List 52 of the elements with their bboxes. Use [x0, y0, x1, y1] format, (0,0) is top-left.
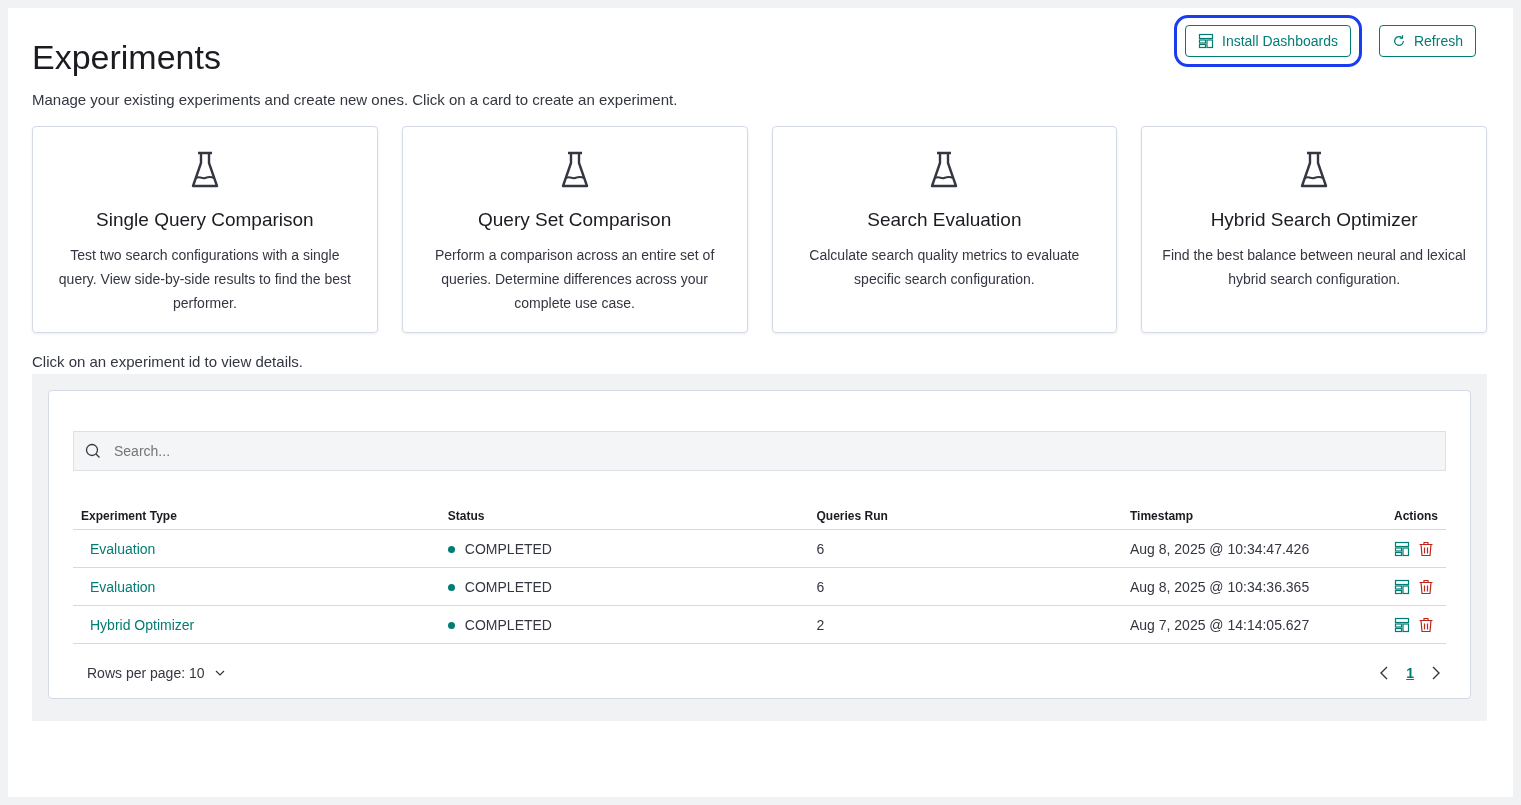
queries-cell: 6: [816, 541, 825, 557]
card-description: Test two search configurations with a single query. View side-by-side results to find the best performer.: [57, 246, 352, 313]
card-title: Query Set Comparison: [478, 209, 672, 231]
install-dashboards-button[interactable]: Install Dashboards: [1185, 25, 1351, 57]
trash-icon[interactable]: [1418, 541, 1434, 557]
card-description: Calculate search quality metrics to evaluate specific search configuration.: [808, 246, 1081, 289]
experiment-link[interactable]: Evaluation: [90, 541, 156, 557]
card-title: Single Query Comparison: [96, 209, 314, 231]
search-field[interactable]: Search...: [73, 431, 1446, 471]
refresh-button[interactable]: Refresh: [1378, 25, 1476, 57]
flask-icon: [189, 151, 220, 189]
timestamp-cell: Aug 7, 2025 @ 14:14:05.627: [1129, 617, 1310, 633]
column-header: Experiment Type: [73, 503, 440, 530]
dashboard-icon: [1198, 33, 1214, 49]
queries-cell: 2: [816, 617, 825, 633]
dashboard-icon[interactable]: [1394, 617, 1410, 633]
experiment-card[interactable]: Hybrid Search Optimizer Find the best balance between neural and lexical hybrid search configuration.: [1141, 126, 1487, 333]
experiment-card[interactable]: Query Set Comparison Perform a comparison across an entire set of queries. Determine differences across your complete use case.: [401, 126, 748, 333]
status-text: COMPLETED: [464, 579, 552, 595]
chevron-down-icon: [214, 670, 225, 676]
page-title: Experiments: [32, 38, 221, 77]
rows-per-page-button[interactable]: Rows per page: 10: [81, 664, 231, 682]
dashboard-icon[interactable]: [1394, 579, 1410, 595]
flask-icon: [929, 151, 960, 189]
timestamp-cell: Aug 8, 2025 @ 10:34:47.426: [1129, 541, 1310, 557]
column-header: Queries Run: [808, 503, 1122, 530]
status-text: COMPLETED: [464, 541, 552, 557]
card-title: Hybrid Search Optimizer: [1210, 209, 1418, 231]
experiment-card[interactable]: Search Evaluation Calculate search quality metrics to evaluate specific search configuration.: [771, 126, 1118, 333]
trash-icon[interactable]: [1418, 579, 1434, 595]
experiment-link[interactable]: Evaluation: [90, 579, 156, 595]
flask-icon: [1299, 151, 1330, 189]
queries-cell: 6: [816, 579, 825, 595]
experiment-link[interactable]: Hybrid Optimizer: [90, 617, 195, 633]
page-button[interactable]: 1: [1402, 665, 1418, 681]
dashboard-icon[interactable]: [1394, 541, 1410, 557]
status-text: COMPLETED: [464, 617, 552, 633]
card-description: Perform a comparison across an entire set of queries. Determine differences across your complete use case.: [433, 246, 716, 313]
table-hint: Click on an experiment id to view details.: [32, 353, 304, 370]
card-description: Find the best balance between neural and lexical hybrid search configuration.: [1162, 246, 1466, 289]
card-title: Search Evaluation: [867, 209, 1022, 231]
experiment-card[interactable]: Single Query Comparison Test two search configurations with a single query. View side-by-side results to find the best performer.: [32, 126, 378, 333]
refresh-icon: [1391, 34, 1406, 48]
trash-icon[interactable]: [1418, 617, 1434, 633]
intro-text: Manage your existing experiments and create new ones. Click on a card to create an experiment.: [32, 91, 679, 108]
flask-icon: [559, 151, 590, 189]
column-header: Actions: [1386, 503, 1446, 530]
previous-page-icon[interactable]: [1380, 666, 1389, 680]
timestamp-cell: Aug 8, 2025 @ 10:34:36.365: [1129, 579, 1310, 595]
column-header: Timestamp: [1121, 503, 1386, 530]
column-header: Status: [439, 503, 809, 530]
next-page-icon[interactable]: [1432, 666, 1440, 680]
